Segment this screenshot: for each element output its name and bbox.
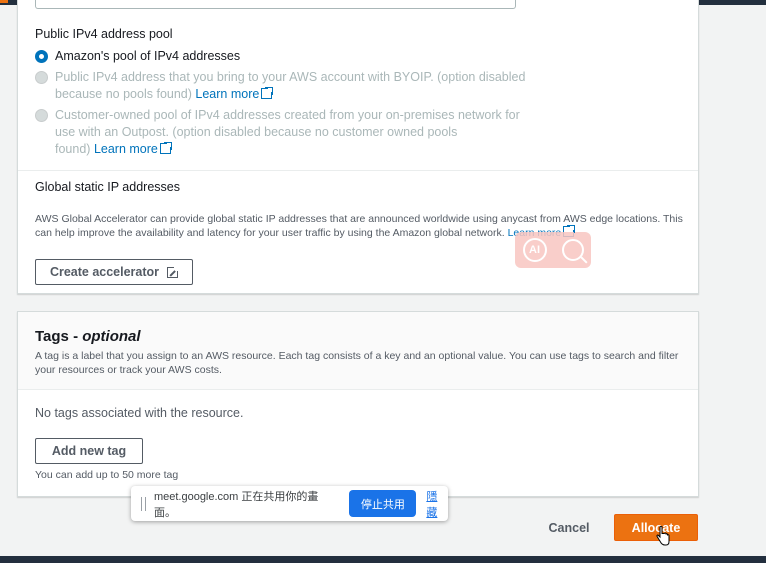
- coip-line2: use with an Outpost. (option disabled be…: [55, 125, 458, 139]
- radio-customer-owned-pool: [35, 109, 48, 122]
- cancel-button[interactable]: Cancel: [535, 514, 603, 542]
- coip-line3-text: found): [55, 142, 91, 156]
- add-new-tag-button[interactable]: Add new tag: [35, 438, 143, 464]
- tags-desc-line2: your resources or track your AWS costs.: [35, 364, 222, 376]
- external-link-icon: [167, 264, 181, 278]
- radio-amazon-pool[interactable]: [35, 50, 48, 63]
- ai-overlay-badge[interactable]: AI: [515, 232, 591, 268]
- ipv4-pool-heading: Public IPv4 address pool: [35, 27, 173, 41]
- byoip-learn-more-link[interactable]: Learn more: [195, 87, 259, 101]
- drag-handle-icon[interactable]: [141, 496, 146, 511]
- screen-share-message: meet.google.com 正在共用你的畫面。: [153, 490, 319, 519]
- coip-learn-more-link[interactable]: Learn more: [94, 142, 158, 156]
- screen-share-bar: meet.google.com 正在共用你的畫面。 停止共用 隱藏: [131, 486, 448, 521]
- tag-limit-hint: You can add up to 50 more tag: [35, 469, 179, 481]
- tags-desc-line1: A tag is a label that you assign to an A…: [35, 350, 679, 362]
- section-divider: [18, 170, 698, 171]
- coip-line1: Customer-owned pool of IPv4 addresses cr…: [55, 108, 520, 122]
- scrolled-field-edge: [35, 0, 516, 9]
- tags-title-text: Tags -: [35, 328, 83, 345]
- global-ip-desc-line2-text: can help improve the availability and la…: [35, 227, 505, 239]
- no-tags-message: No tags associated with the resource.: [35, 406, 244, 420]
- global-ip-desc-line1: AWS Global Accelerator can provide globa…: [35, 213, 683, 225]
- radio-customer-owned-label: Customer-owned pool of IPv4 addresses cr…: [55, 107, 520, 158]
- byoip-line2-text: because no pools found): [55, 87, 192, 101]
- topbar-tab: [0, 0, 8, 3]
- tags-title-optional: optional: [82, 328, 141, 345]
- byoip-line1: Public IPv4 address that you bring to yo…: [55, 70, 526, 84]
- radio-byoip-label: Public IPv4 address that you bring to yo…: [55, 69, 525, 103]
- hand-cursor-icon: [656, 526, 670, 546]
- hide-share-bar-link[interactable]: 隱藏: [426, 488, 448, 520]
- create-accelerator-label: Create accelerator: [49, 265, 160, 279]
- ai-circle-icon[interactable]: AI: [522, 238, 547, 262]
- radio-byoip-pool: [35, 71, 48, 84]
- byoip-line2: because no pools found) Learn more: [55, 86, 525, 103]
- coip-line3: found) Learn more: [55, 141, 520, 158]
- search-icon[interactable]: [561, 239, 584, 261]
- tags-description: A tag is a label that you assign to an A…: [35, 349, 685, 377]
- external-link-icon: [159, 141, 173, 154]
- create-accelerator-button[interactable]: Create accelerator: [35, 259, 193, 285]
- stop-sharing-button[interactable]: 停止共用: [349, 490, 417, 517]
- bottom-bar: [0, 556, 766, 563]
- global-ip-heading: Global static IP addresses: [35, 180, 180, 194]
- external-link-icon: [261, 86, 275, 99]
- tags-title: Tags - optional: [35, 328, 141, 345]
- radio-amazon-pool-label: Amazon's pool of IPv4 addresses: [55, 49, 241, 63]
